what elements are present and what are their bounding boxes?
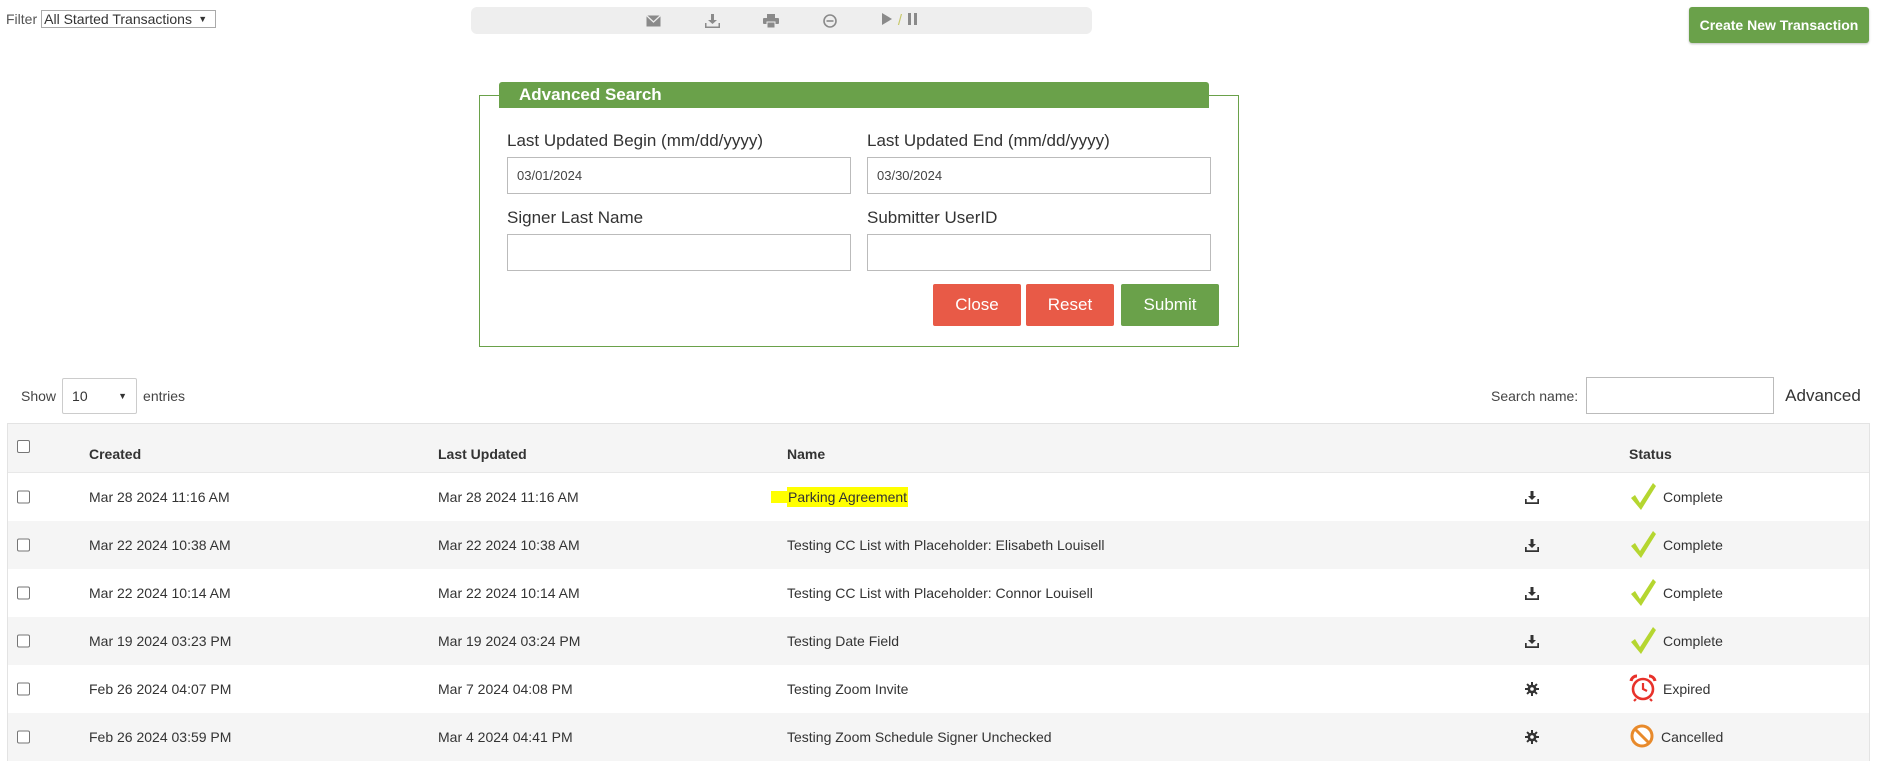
caret-down-icon: ▼ — [198, 14, 208, 24]
last-updated-end-input[interactable]: 03/30/2024 — [867, 157, 1211, 194]
check-icon — [1629, 625, 1657, 658]
last-updated-begin-input[interactable]: 03/01/2024 — [507, 157, 851, 194]
row-status: Complete — [1629, 481, 1723, 514]
submitter-userid-field: Submitter UserID — [867, 208, 1211, 271]
download-icon[interactable] — [683, 12, 742, 29]
row-name[interactable]: Testing CC List with Placeholder: Elisab… — [787, 537, 1105, 553]
cancelled-icon — [1629, 723, 1655, 752]
row-checkbox[interactable] — [17, 730, 30, 744]
last-updated-end-label: Last Updated End (mm/dd/yyyy) — [867, 131, 1110, 150]
row-last-updated: Mar 22 2024 10:38 AM — [438, 537, 580, 553]
print-icon[interactable] — [742, 12, 801, 29]
header-status[interactable]: Status — [1629, 446, 1672, 462]
row-checkbox[interactable] — [17, 682, 30, 696]
close-button[interactable]: Close — [933, 284, 1021, 326]
reset-button[interactable]: Reset — [1026, 284, 1114, 326]
show-entries: Show 10 ▼ entries — [21, 378, 185, 414]
row-created: Mar 22 2024 10:14 AM — [89, 585, 231, 601]
row-name[interactable]: Testing Date Field — [787, 633, 899, 649]
show-label: Show — [21, 388, 57, 404]
row-status: Complete — [1629, 529, 1723, 562]
create-new-transaction-button[interactable]: Create New Transaction — [1689, 7, 1869, 43]
advanced-link[interactable]: Advanced — [1785, 386, 1861, 406]
table-row[interactable]: Mar 19 2024 03:23 PM Mar 19 2024 03:24 P… — [8, 617, 1869, 665]
download-icon[interactable] — [1522, 490, 1542, 504]
transactions-table: Created Last Updated Name Status Mar 28 … — [7, 423, 1870, 761]
filter: Filter All Started Transactions ▼ — [6, 10, 217, 28]
header-last-updated[interactable]: Last Updated — [438, 446, 527, 462]
row-last-updated: Mar 22 2024 10:14 AM — [438, 585, 580, 601]
play-icon[interactable] — [881, 12, 892, 30]
gear-icon[interactable] — [1522, 730, 1542, 744]
toolbar: / — [471, 7, 1092, 34]
row-name[interactable]: Parking Agreement — [787, 487, 909, 507]
row-status-text: Complete — [1663, 489, 1723, 505]
play-pause-group: / — [860, 12, 940, 30]
check-icon — [1629, 577, 1657, 610]
submitter-userid-input[interactable] — [867, 234, 1211, 271]
table-row[interactable]: Mar 22 2024 10:14 AM Mar 22 2024 10:14 A… — [8, 569, 1869, 617]
row-status-text: Expired — [1663, 681, 1711, 697]
pause-icon[interactable] — [908, 12, 918, 30]
last-updated-end-field: Last Updated End (mm/dd/yyyy) 03/30/2024 — [867, 131, 1211, 194]
signer-last-name-field: Signer Last Name — [507, 208, 851, 271]
check-icon — [1629, 481, 1657, 514]
email-icon[interactable] — [624, 12, 683, 29]
row-checkbox[interactable] — [17, 538, 30, 552]
row-status: Complete — [1629, 577, 1723, 610]
row-last-updated: Mar 28 2024 11:16 AM — [438, 489, 579, 505]
search-name: Search name: Advanced — [1491, 377, 1861, 414]
caret-down-icon: ▼ — [118, 391, 128, 401]
row-last-updated: Mar 19 2024 03:24 PM — [438, 633, 581, 649]
cancel-icon[interactable] — [801, 12, 860, 29]
row-checkbox[interactable] — [17, 490, 30, 504]
check-icon — [1629, 529, 1657, 562]
table-row[interactable]: Mar 22 2024 10:38 AM Mar 22 2024 10:38 A… — [8, 521, 1869, 569]
row-checkbox[interactable] — [17, 634, 30, 648]
filter-selected-value: All Started Transactions — [44, 11, 192, 27]
entries-select[interactable]: 10 ▼ — [62, 378, 138, 414]
row-last-updated: Mar 7 2024 04:08 PM — [438, 681, 573, 697]
row-status: Complete — [1629, 625, 1723, 658]
header-name[interactable]: Name — [787, 446, 825, 462]
row-status: Expired — [1629, 674, 1710, 705]
submit-button[interactable]: Submit — [1121, 284, 1219, 326]
download-icon[interactable] — [1522, 634, 1542, 648]
table-row[interactable]: Feb 26 2024 04:07 PM Mar 7 2024 04:08 PM… — [8, 665, 1869, 713]
entries-value: 10 — [72, 388, 88, 404]
table-row[interactable]: Mar 28 2024 11:16 AM Mar 28 2024 11:16 A… — [8, 473, 1869, 521]
row-status-text: Complete — [1663, 585, 1723, 601]
filter-label: Filter — [6, 11, 38, 27]
row-created: Feb 26 2024 04:07 PM — [89, 681, 232, 697]
row-status-text: Complete — [1663, 537, 1723, 553]
header-created[interactable]: Created — [89, 446, 141, 462]
row-status: Cancelled — [1629, 723, 1723, 752]
row-created: Mar 22 2024 10:38 AM — [89, 537, 231, 553]
download-icon[interactable] — [1522, 586, 1542, 600]
select-all-checkbox[interactable] — [17, 440, 30, 453]
gear-icon[interactable] — [1522, 682, 1542, 696]
row-created: Mar 28 2024 11:16 AM — [89, 489, 230, 505]
table-row[interactable]: Feb 26 2024 03:59 PM Mar 4 2024 04:41 PM… — [8, 713, 1869, 761]
last-updated-begin-field: Last Updated Begin (mm/dd/yyyy) 03/01/20… — [507, 131, 851, 194]
last-updated-begin-label: Last Updated Begin (mm/dd/yyyy) — [507, 131, 764, 150]
separator: / — [897, 12, 903, 29]
entries-suffix: entries — [143, 388, 186, 404]
advanced-search-title: Advanced Search — [499, 82, 1209, 108]
download-icon[interactable] — [1522, 538, 1542, 552]
table-header: Created Last Updated Name Status — [8, 424, 1869, 473]
row-name[interactable]: Testing CC List with Placeholder: Connor… — [787, 585, 1093, 601]
alarm-clock-icon — [1629, 674, 1657, 705]
search-name-label: Search name: — [1491, 387, 1579, 404]
row-created: Mar 19 2024 03:23 PM — [89, 633, 232, 649]
submitter-userid-label: Submitter UserID — [867, 208, 998, 227]
row-name[interactable]: Testing Zoom Invite — [787, 681, 908, 697]
row-status-text: Complete — [1663, 633, 1723, 649]
signer-last-name-input[interactable] — [507, 234, 851, 271]
filter-select[interactable]: All Started Transactions ▼ — [41, 10, 217, 28]
advanced-search-panel: Advanced Search Last Updated Begin (mm/d… — [479, 82, 1239, 347]
signer-last-name-label: Signer Last Name — [507, 208, 644, 227]
search-name-input[interactable] — [1586, 377, 1775, 414]
row-checkbox[interactable] — [17, 586, 30, 600]
